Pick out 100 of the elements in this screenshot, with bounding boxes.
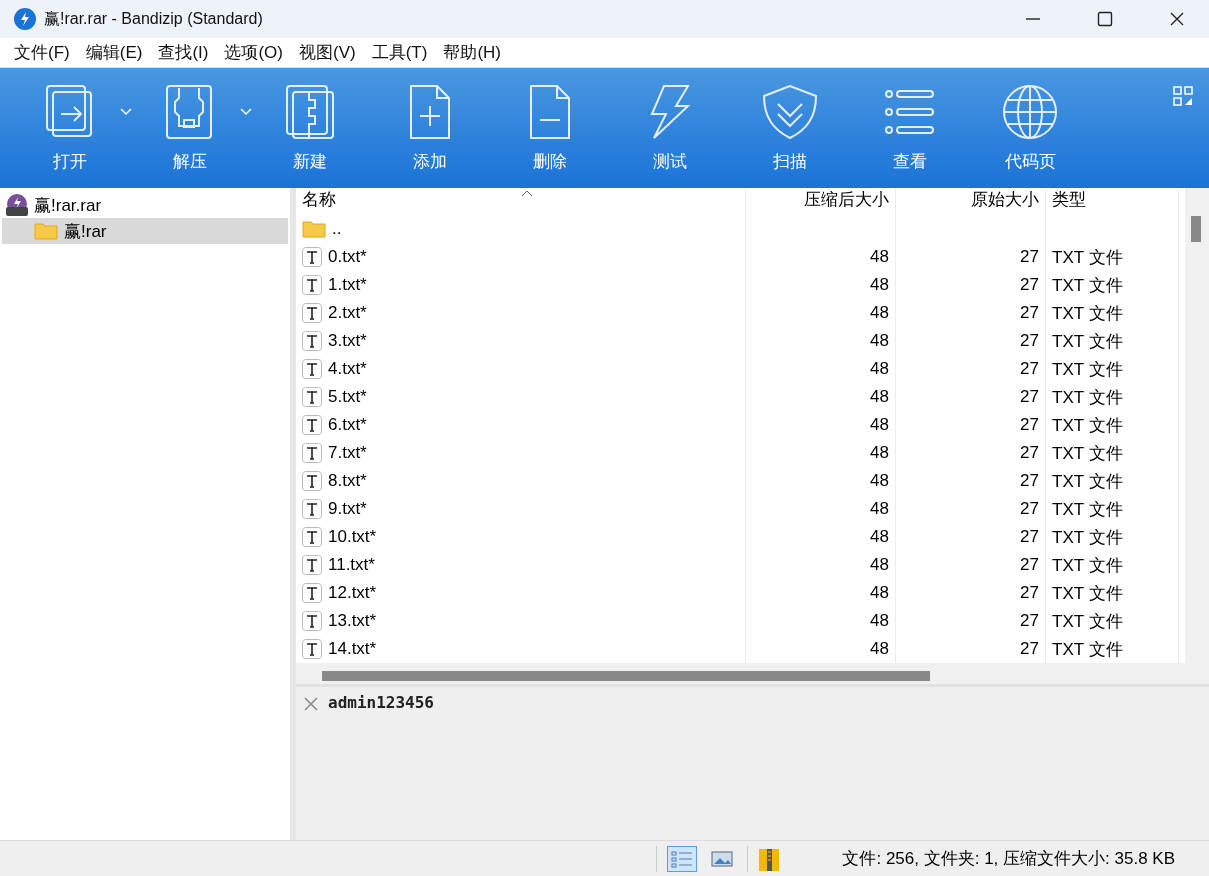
vertical-scrollbar[interactable] xyxy=(1185,188,1209,663)
lightning-icon xyxy=(650,83,690,140)
text-file-icon xyxy=(302,527,322,547)
column-header[interactable]: 原始大小 xyxy=(896,188,1046,215)
table-cell: 27 xyxy=(896,327,1046,355)
table-cell: 48 xyxy=(746,411,896,439)
text-file-icon xyxy=(302,387,322,407)
minimize-icon xyxy=(1026,18,1040,20)
text-file-icon xyxy=(302,499,322,519)
table-cell: TXT 文件 xyxy=(1046,467,1179,495)
name-cell[interactable]: 8.txt* xyxy=(296,467,746,495)
name-cell[interactable]: 9.txt* xyxy=(296,495,746,523)
column-header[interactable]: 类型 xyxy=(1046,188,1179,215)
comment-text: admin123456 xyxy=(328,693,434,712)
name-cell[interactable]: 3.txt* xyxy=(296,327,746,355)
column-header[interactable]: 名称 xyxy=(296,188,746,215)
table-cell: 48 xyxy=(746,495,896,523)
name-cell[interactable]: 13.txt* xyxy=(296,607,746,635)
table-cell: 27 xyxy=(896,243,1046,271)
menu-item[interactable]: 选项(O) xyxy=(216,41,291,64)
name-cell[interactable]: 4.txt* xyxy=(296,355,746,383)
name-cell[interactable]: 1.txt* xyxy=(296,271,746,299)
column-header[interactable]: 压缩后大小 xyxy=(746,188,896,215)
menu-item[interactable]: 帮助(H) xyxy=(435,41,509,64)
name-cell[interactable]: 6.txt* xyxy=(296,411,746,439)
table-cell: 48 xyxy=(746,355,896,383)
open-file-icon xyxy=(45,83,95,140)
table-cell: 48 xyxy=(746,439,896,467)
table-cell: TXT 文件 xyxy=(1046,383,1179,411)
table-cell: 27 xyxy=(896,579,1046,607)
table-cell: 27 xyxy=(896,439,1046,467)
app-logo-icon xyxy=(14,8,36,30)
shield-icon xyxy=(760,83,820,140)
toolbar-button[interactable]: 查看 xyxy=(850,68,970,188)
close-icon[interactable] xyxy=(304,697,318,711)
details-view-button[interactable] xyxy=(667,845,698,872)
menu-item[interactable]: 视图(V) xyxy=(291,41,364,64)
table-cell: 27 xyxy=(896,383,1046,411)
table-cell: TXT 文件 xyxy=(1046,243,1179,271)
table-cell: 48 xyxy=(746,467,896,495)
menu-item[interactable]: 工具(T) xyxy=(363,41,436,64)
toolbar-button[interactable]: 解压 xyxy=(130,68,250,188)
table-cell: 48 xyxy=(746,299,896,327)
extract-zip-icon xyxy=(165,83,215,140)
table-cell: 48 xyxy=(746,551,896,579)
window-title: 赢!rar.rar - Bandizip (Standard) xyxy=(44,8,264,29)
toolbar-button[interactable]: 测试 xyxy=(610,68,730,188)
toolbar-button[interactable]: 打开 xyxy=(10,68,130,188)
toolbar-button[interactable]: 添加 xyxy=(370,68,490,188)
name-cell[interactable]: .. xyxy=(296,215,746,243)
table-cell: TXT 文件 xyxy=(1046,579,1179,607)
name-cell[interactable]: 7.txt* xyxy=(296,439,746,467)
table-cell: TXT 文件 xyxy=(1046,411,1179,439)
globe-icon xyxy=(1002,83,1058,140)
table-cell: TXT 文件 xyxy=(1046,439,1179,467)
text-file-icon xyxy=(302,275,322,295)
text-file-icon xyxy=(302,303,322,323)
text-file-icon xyxy=(302,611,322,631)
maximize-icon xyxy=(1097,11,1113,27)
remove-file-icon xyxy=(527,83,573,140)
new-archive-icon xyxy=(285,83,335,140)
text-file-icon xyxy=(302,331,322,351)
name-cell[interactable]: 11.txt* xyxy=(296,551,746,579)
table-cell: 27 xyxy=(896,467,1046,495)
name-cell[interactable]: 10.txt* xyxy=(296,523,746,551)
table-cell: TXT 文件 xyxy=(1046,551,1179,579)
tree-item[interactable]: 赢!rar xyxy=(2,218,288,244)
name-cell[interactable]: 0.txt* xyxy=(296,243,746,271)
folder-icon xyxy=(34,222,58,240)
menu-item[interactable]: 查找(I) xyxy=(150,41,217,64)
toolbar-button[interactable]: 扫描 xyxy=(730,68,850,188)
toolbar-button[interactable]: 删除 xyxy=(490,68,610,188)
rar-archive-icon xyxy=(6,194,28,216)
tree-item[interactable]: 赢!rar.rar xyxy=(2,192,288,218)
table-cell: 48 xyxy=(746,579,896,607)
table-cell: TXT 文件 xyxy=(1046,495,1179,523)
name-cell[interactable]: 5.txt* xyxy=(296,383,746,411)
menu-item[interactable]: 文件(F) xyxy=(6,41,78,64)
table-cell: TXT 文件 xyxy=(1046,355,1179,383)
text-file-icon xyxy=(302,583,322,603)
table-cell: 48 xyxy=(746,383,896,411)
caret-icon[interactable] xyxy=(240,108,252,116)
name-cell[interactable]: 12.txt* xyxy=(296,579,746,607)
table-cell: 27 xyxy=(896,495,1046,523)
table-cell: 27 xyxy=(896,271,1046,299)
toolbar-button[interactable]: 代码页 xyxy=(970,68,1090,188)
layout-grid-icon[interactable] xyxy=(1173,86,1193,106)
menu-item[interactable]: 编辑(E) xyxy=(77,41,151,64)
sort-caret-icon xyxy=(520,190,533,197)
text-file-icon xyxy=(302,443,322,463)
caret-icon[interactable] xyxy=(120,108,132,116)
name-cell[interactable]: 2.txt* xyxy=(296,299,746,327)
text-file-icon xyxy=(302,247,322,267)
table-cell: TXT 文件 xyxy=(1046,327,1179,355)
text-file-icon xyxy=(302,555,322,575)
add-file-icon xyxy=(407,83,453,140)
table-cell: TXT 文件 xyxy=(1046,271,1179,299)
toolbar-button[interactable]: 新建 xyxy=(250,68,370,188)
status-text: 文件: 256, 文件夹: 1, 压缩文件大小: 35.8 KB xyxy=(842,848,1175,870)
table-cell: 48 xyxy=(746,243,896,271)
